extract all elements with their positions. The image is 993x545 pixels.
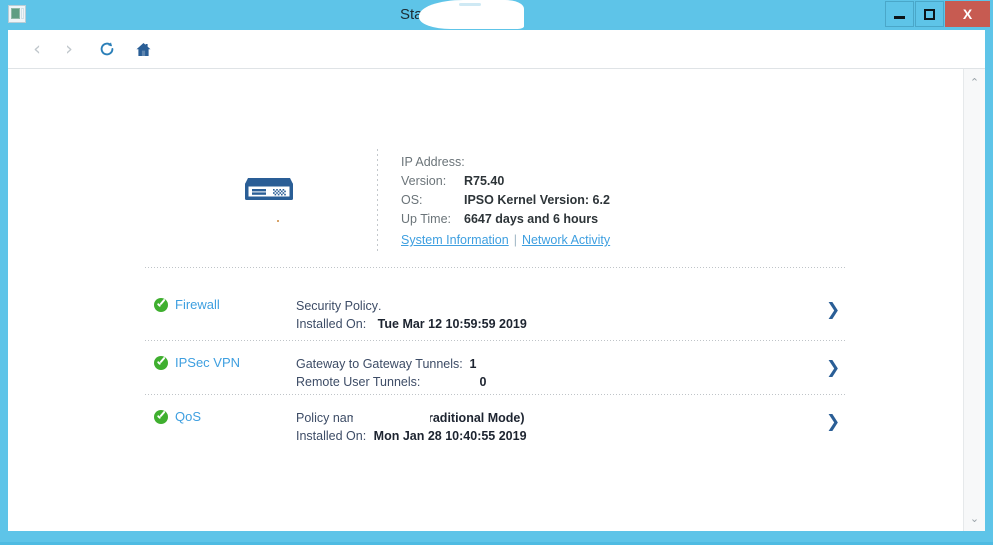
- scroll-down-button[interactable]: ⌄: [964, 507, 985, 529]
- detail-key: Security Policy:: [296, 299, 382, 313]
- gateway-info-list: IP Address: Version: R75.40 OS: IPSO Kerne…: [401, 153, 821, 229]
- blade-name-qos[interactable]: QoS: [154, 409, 201, 424]
- security-policy-redaction-overlay: [378, 291, 508, 307]
- info-label: IP Address:: [401, 155, 465, 169]
- minimize-button[interactable]: [885, 1, 914, 27]
- home-icon: [136, 42, 150, 56]
- expand-arrow-qos[interactable]: ❯: [826, 414, 840, 431]
- detail-key: Remote User Tunnels:: [296, 375, 421, 389]
- info-label: Up Time:: [401, 212, 452, 226]
- blade-label: IPSec VPN: [175, 355, 241, 370]
- info-label: Version:: [401, 174, 447, 188]
- home-button[interactable]: [126, 30, 160, 68]
- divider-1: [145, 267, 845, 268]
- info-row-os: OS: IPSO Kernel Version: 6.2: [401, 191, 821, 210]
- close-button[interactable]: X: [945, 1, 990, 27]
- header-links: System Information | Network Activity: [401, 233, 610, 247]
- browser-window: Status X ‹ ›: [0, 0, 993, 545]
- forward-button[interactable]: ›: [52, 30, 86, 68]
- page-content: IP Address: Version: R75.40 OS: IPSO Kerne…: [8, 69, 963, 531]
- status-ok-icon: [154, 297, 168, 312]
- detail-line: Installed On: Mon Jan 28 10:40:55 2019: [296, 427, 527, 445]
- expand-arrow-firewall[interactable]: ❯: [826, 302, 840, 319]
- reload-button[interactable]: [90, 30, 124, 68]
- chevron-left-icon: ‹: [33, 37, 41, 60]
- detail-value: Tue Mar 12 10:59:59 2019: [377, 317, 527, 331]
- divider-2: [145, 340, 845, 341]
- info-label: OS:: [401, 193, 423, 207]
- info-value: 6647 days and 6 hours: [464, 212, 599, 226]
- status-ok-icon: [154, 409, 168, 424]
- gateway-summary: IP Address: Version: R75.40 OS: IPSO Kerne…: [8, 69, 868, 254]
- detail-value: Mon Jan 28 10:40:55 2019: [373, 429, 527, 443]
- network-activity-link[interactable]: Network Activity: [522, 233, 610, 247]
- blade-name-ipsec-vpn[interactable]: IPSec VPN: [154, 355, 240, 370]
- title-bar: Status X: [0, 0, 993, 30]
- info-row-ip-address: IP Address:: [401, 153, 821, 172]
- window-controls: X: [885, 1, 991, 28]
- detail-line: Remote User Tunnels: 0: [296, 373, 486, 391]
- back-button[interactable]: ‹: [20, 30, 54, 68]
- title-redaction-overlay: [419, 0, 524, 29]
- detail-value: 1: [469, 357, 477, 371]
- network-appliance-icon: [241, 172, 297, 211]
- maximize-button[interactable]: [915, 1, 944, 27]
- blade-details-ipsec-vpn: Gateway to Gateway Tunnels: 1 Remote Use…: [296, 355, 486, 391]
- detail-key: Gateway to Gateway Tunnels:: [296, 357, 463, 371]
- blade-name-firewall[interactable]: Firewall: [154, 297, 220, 312]
- info-value: R75.40: [464, 174, 505, 188]
- expand-arrow-ipsec-vpn[interactable]: ❯: [826, 360, 840, 377]
- detail-key: Installed On:: [296, 429, 367, 443]
- detail-line: Installed On: Tue Mar 12 10:59:59 2019: [296, 315, 527, 333]
- detail-key: Installed On:: [296, 317, 367, 331]
- window-frame-right: [985, 30, 993, 545]
- window-frame-left: [0, 30, 8, 545]
- policy-name-redaction-overlay: [353, 409, 430, 426]
- info-row-up-time: Up Time: 6647 days and 6 hours: [401, 210, 821, 229]
- page-viewport: IP Address: Version: R75.40 OS: IPSO Kerne…: [8, 69, 985, 531]
- scroll-up-button[interactable]: ⌃: [964, 71, 985, 93]
- system-information-link[interactable]: System Information: [401, 233, 509, 247]
- reload-icon: [100, 42, 114, 56]
- detail-line: Gateway to Gateway Tunnels: 1: [296, 355, 486, 373]
- blade-label: QoS: [175, 409, 202, 424]
- info-value: IPSO Kernel Version: 6.2: [464, 193, 610, 207]
- detail-value: 0: [479, 375, 487, 389]
- chevron-right-icon: ›: [65, 37, 73, 60]
- application-icon: [8, 5, 26, 23]
- vertical-scrollbar[interactable]: ⌃ ⌄: [963, 69, 985, 531]
- divider-3: [145, 394, 845, 395]
- info-row-version: Version: R75.40: [401, 172, 821, 191]
- link-separator: |: [513, 233, 517, 247]
- browser-toolbar: ‹ ›: [8, 30, 985, 69]
- blade-label: Firewall: [175, 297, 220, 312]
- decorative-dot: [277, 220, 279, 222]
- status-ok-icon: [154, 355, 168, 370]
- ip-address-redaction-overlay: [464, 83, 604, 99]
- vertical-dotted-separator: [377, 149, 378, 254]
